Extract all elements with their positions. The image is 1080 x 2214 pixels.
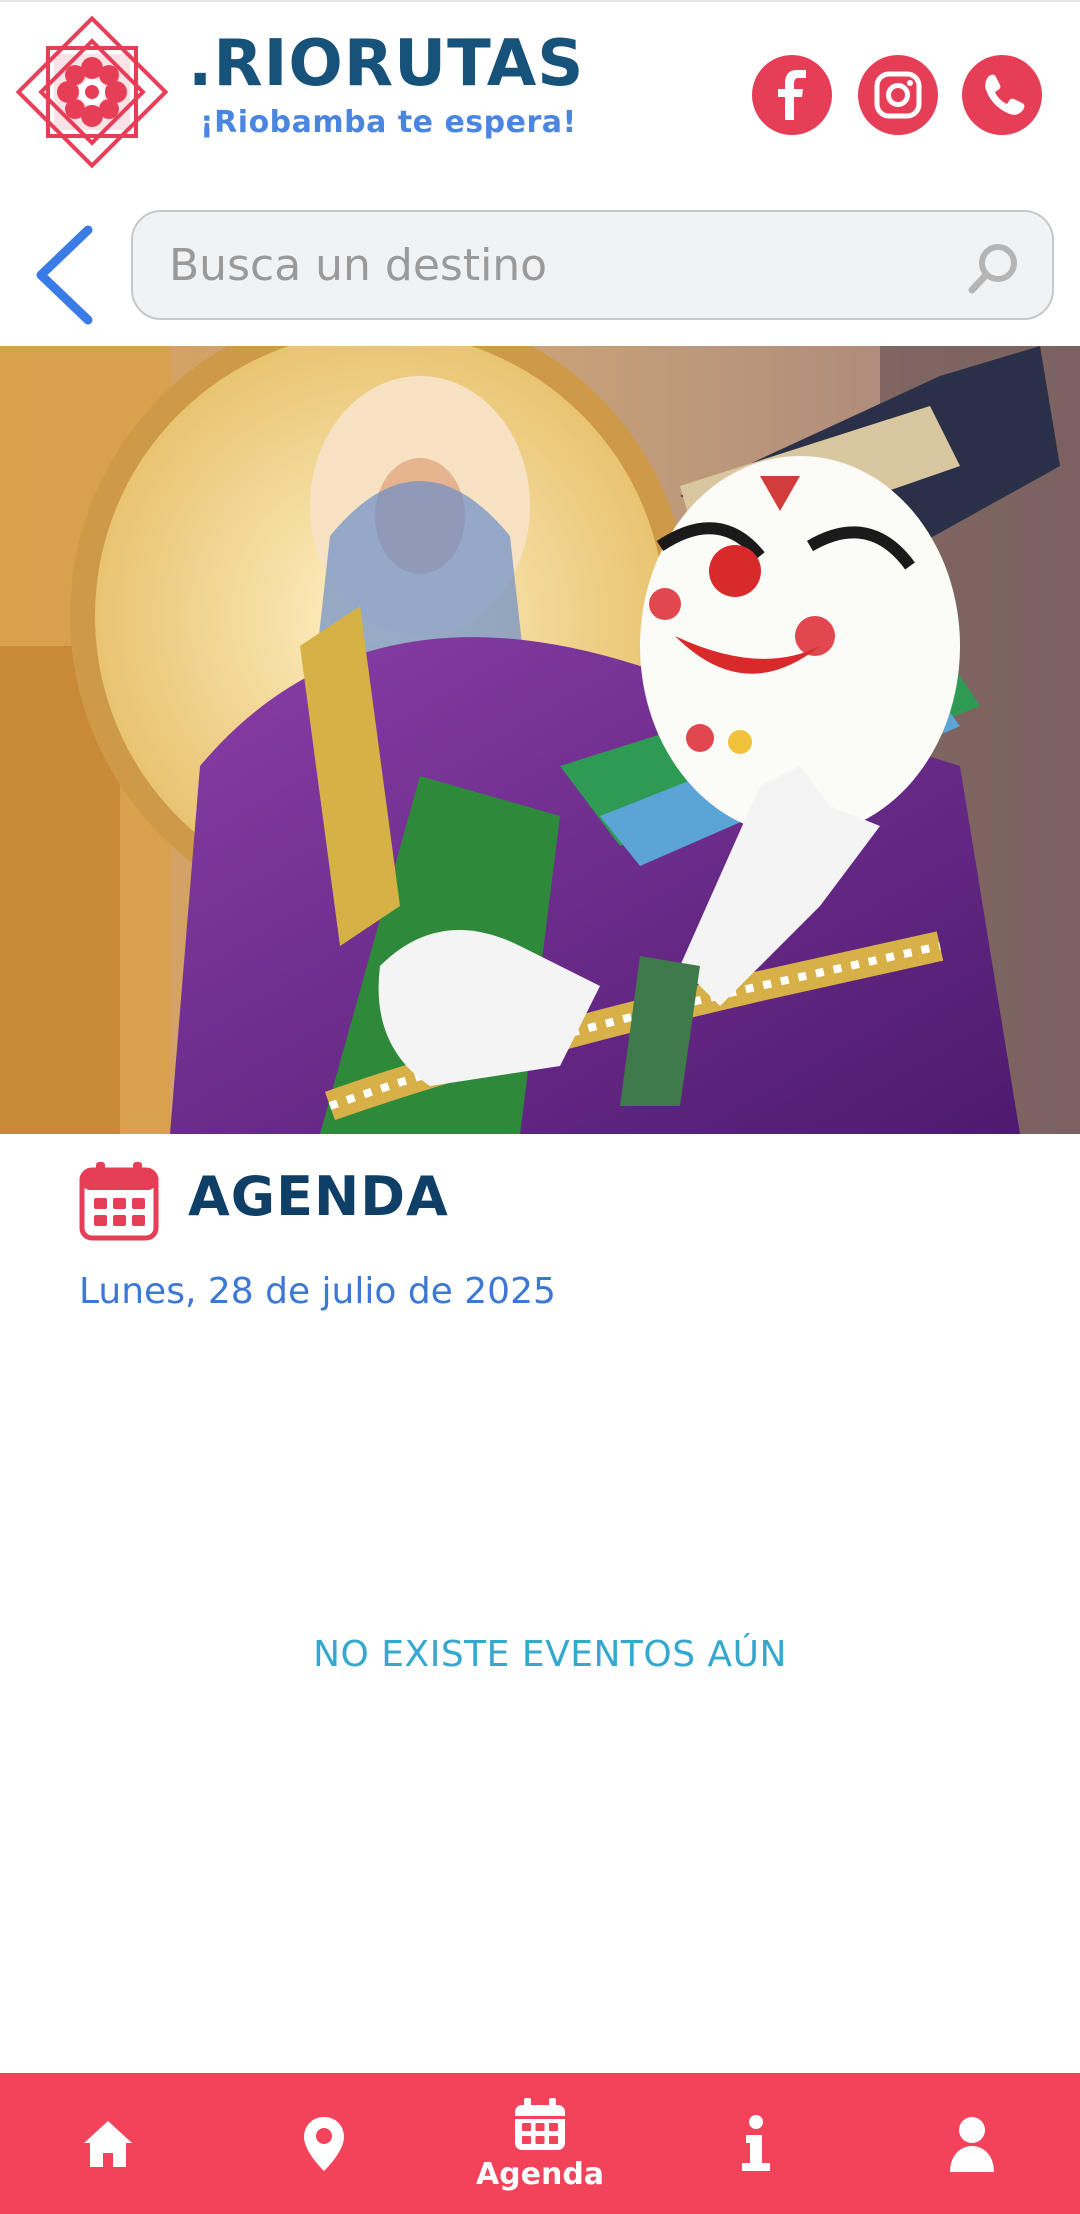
info-icon bbox=[742, 2114, 770, 2171]
instagram-button[interactable] bbox=[858, 55, 938, 135]
brand-name: .RIORUTAS bbox=[188, 27, 585, 101]
riorutas-logo-icon[interactable] bbox=[12, 12, 172, 172]
back-button[interactable] bbox=[28, 220, 98, 330]
search-bar[interactable] bbox=[131, 210, 1054, 320]
hero-photo bbox=[0, 346, 1080, 1134]
user-icon bbox=[950, 2116, 994, 2172]
nav-item-home[interactable] bbox=[60, 2073, 156, 2214]
bottom-navigation: Agenda bbox=[0, 2073, 1080, 2214]
calendar-icon bbox=[78, 1160, 160, 1242]
nav-item-user[interactable] bbox=[924, 2073, 1020, 2214]
agenda-date: Lunes, 28 de julio de 2025 bbox=[79, 1271, 556, 1312]
nav-item-info[interactable] bbox=[708, 2073, 804, 2214]
facebook-button[interactable] bbox=[752, 55, 832, 135]
whatsapp-button[interactable] bbox=[962, 55, 1042, 135]
page-title: AGENDA bbox=[188, 1165, 449, 1228]
app-header: .RIORUTAS ¡Riobamba te espera! bbox=[0, 0, 1080, 190]
map-pin-icon bbox=[304, 2116, 344, 2171]
nav-label-agenda: Agenda bbox=[475, 2156, 605, 2192]
search-icon[interactable] bbox=[966, 240, 1022, 296]
calendar-icon bbox=[515, 2097, 565, 2150]
nav-item-agenda[interactable]: Agenda bbox=[460, 2073, 620, 2214]
chevron-left-icon bbox=[36, 225, 93, 325]
whatsapp-icon bbox=[985, 74, 1025, 115]
nav-item-map[interactable] bbox=[276, 2073, 372, 2214]
home-icon bbox=[84, 2120, 132, 2167]
search-input[interactable] bbox=[169, 232, 949, 298]
facebook-icon bbox=[778, 70, 806, 120]
empty-state-message: NO EXISTE EVENTOS AÚN bbox=[313, 1634, 787, 1675]
instagram-icon bbox=[874, 71, 922, 119]
brand-tagline: ¡Riobamba te espera! bbox=[200, 105, 577, 140]
